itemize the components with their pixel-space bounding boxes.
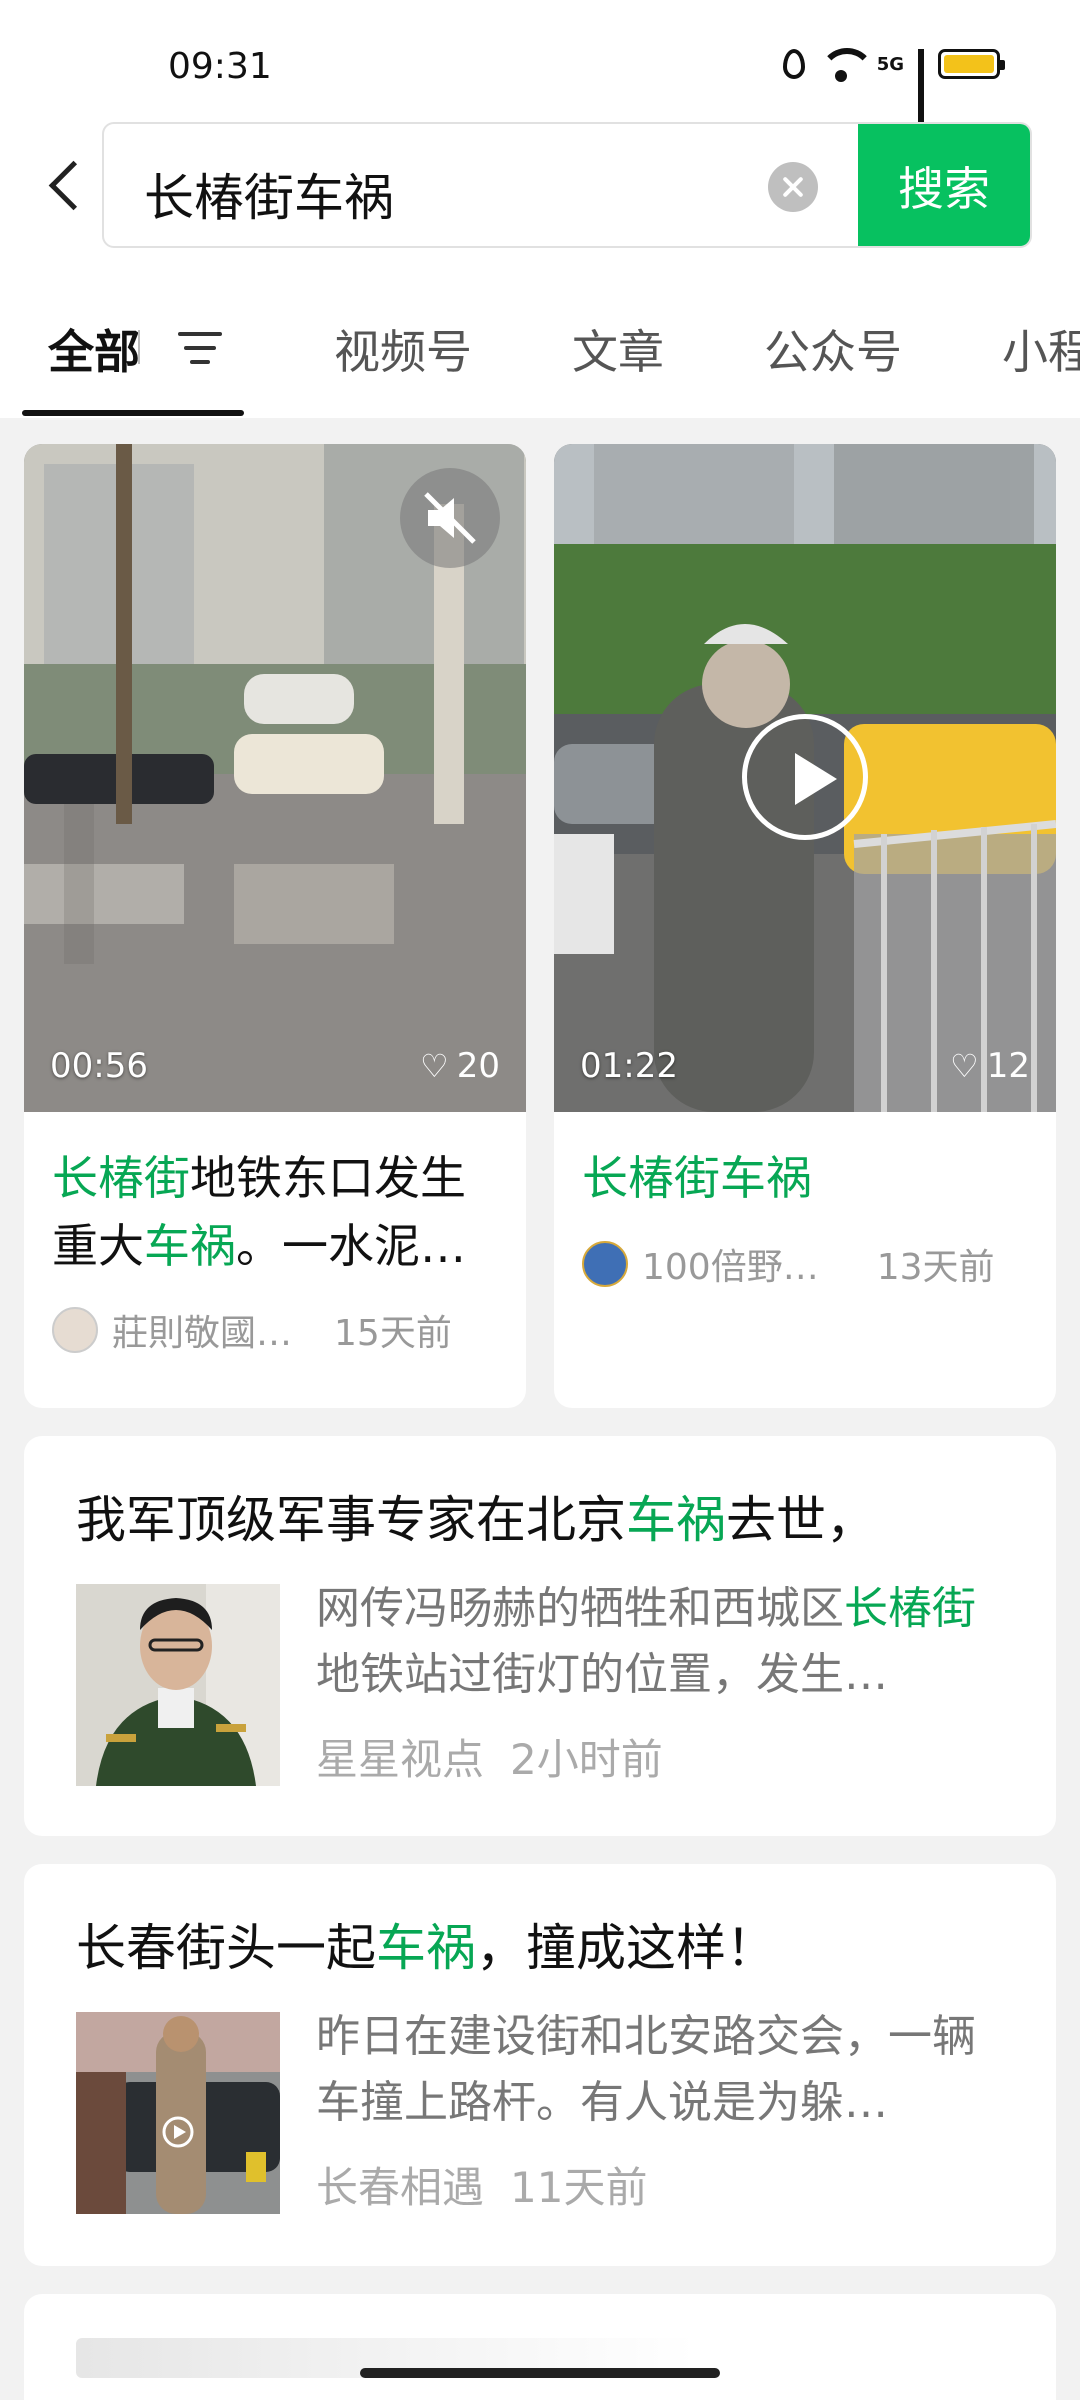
article-card[interactable]	[24, 2294, 1056, 2400]
back-arrow-icon[interactable]	[36, 156, 96, 216]
clear-icon[interactable]	[768, 162, 818, 212]
tab-bar: 全部 视频号 文章 公众号 小程	[0, 300, 1080, 420]
article-meta: 星星视点 2小时前	[316, 1726, 689, 1787]
tab-official-accounts[interactable]: 公众号	[764, 316, 902, 382]
highlight-text: 车祸	[376, 1919, 476, 1977]
article-thumbnail[interactable]	[76, 2012, 280, 2214]
post-time: 15天前	[334, 1313, 452, 1354]
summary-text: 地铁站过街灯的位置，发生…	[316, 1649, 888, 1700]
article-source[interactable]: 星星视点	[316, 1735, 484, 1784]
highlight-text: 车祸	[144, 1219, 236, 1273]
author-name[interactable]: 100倍野…	[642, 1238, 819, 1290]
like-value: 12	[986, 1046, 1030, 1086]
author-name[interactable]: 莊則敬國…	[112, 1304, 292, 1356]
heart-icon: ♡	[950, 1047, 979, 1085]
video-thumbnail[interactable]: 00:56 ♡ 20	[24, 444, 526, 1112]
data-saver-icon	[782, 49, 805, 79]
video-thumbnail[interactable]: 01:22 ♡ 12	[554, 444, 1056, 1112]
tab-all[interactable]: 全部	[48, 316, 140, 382]
article-time: 11天前	[510, 2163, 648, 2212]
video-card[interactable]: 01:22 ♡ 12 长椿街车祸 100倍野… 13天前	[554, 444, 1056, 1408]
tab-articles[interactable]: 文章	[572, 316, 664, 382]
title-text: 。一水泥…	[236, 1219, 466, 1273]
status-time: 09:31	[168, 46, 272, 87]
like-count: ♡ 20	[420, 1046, 500, 1086]
status-icons: 5G	[782, 48, 1005, 130]
article-card[interactable]: 我军顶级军事专家在北京车祸去世， 网传冯旸赫的牺牲和西城区长椿街地铁站过街灯的位…	[24, 1436, 1056, 1836]
search-input[interactable]: 长椿街车祸 搜索	[102, 122, 1032, 248]
video-duration: 01:22	[580, 1046, 678, 1086]
top-bar: 09:31 5G 长椿街车祸 搜索 全部 视频号 文章 公众号 小程	[0, 0, 1080, 418]
title-text: ，撞成这样！	[476, 1919, 776, 1977]
video-card[interactable]: 00:56 ♡ 20 长椿街地铁东口发生重大车祸。一水泥… 莊則敬國… 15天前	[24, 444, 526, 1408]
like-count: ♡ 12	[950, 1046, 1030, 1086]
title-text: 长春街头一起	[76, 1919, 376, 1977]
summary-text: 网传冯旸赫的牺牲和西城区	[316, 1583, 844, 1634]
signal-icon	[918, 49, 924, 130]
accident-photo	[76, 2012, 280, 2214]
filter-icon[interactable]	[178, 328, 222, 368]
video-title[interactable]: 长椿街车祸	[582, 1144, 1032, 1212]
battery-icon	[938, 49, 1005, 79]
like-value: 20	[456, 1046, 500, 1086]
status-bar: 09:31 5G	[0, 0, 1080, 130]
article-meta: 长春相遇 11天前	[316, 2154, 673, 2215]
wifi-icon	[818, 48, 875, 82]
speaker-muted-glyph	[424, 492, 476, 544]
article-title[interactable]: 我军顶级军事专家在北京车祸去世，	[76, 1480, 876, 1552]
heart-icon: ♡	[420, 1047, 449, 1085]
avatar[interactable]	[582, 1241, 628, 1287]
officer-photo	[76, 1584, 280, 1786]
article-summary: 昨日在建设街和北安路交会，一辆车撞上路杆。有人说是为躲…	[316, 2011, 976, 2128]
tab-channels[interactable]: 视频号	[334, 316, 472, 382]
video-meta: 100倍野… 13天前	[582, 1238, 995, 1290]
article-title[interactable]: 长春街头一起车祸，撞成这样！	[76, 1908, 776, 1980]
highlight-text: 车祸	[626, 1491, 726, 1549]
article-card[interactable]: 长春街头一起车祸，撞成这样！ 昨日在建设街和北安路交会，一辆车撞上路杆。有人说是…	[24, 1864, 1056, 2266]
title-text: 我军顶级军事专家在北京	[76, 1491, 626, 1549]
search-button[interactable]: 搜索	[858, 124, 1030, 246]
article-source[interactable]: 长春相遇	[316, 2163, 484, 2212]
article-time: 2小时前	[510, 1735, 663, 1784]
tab-divider	[138, 330, 140, 364]
mute-icon[interactable]	[400, 468, 500, 568]
video-title[interactable]: 长椿街地铁东口发生重大车祸。一水泥…	[52, 1144, 502, 1280]
play-icon[interactable]	[742, 714, 868, 840]
video-duration: 00:56	[50, 1046, 148, 1086]
active-tab-indicator	[22, 410, 244, 416]
avatar[interactable]	[52, 1307, 98, 1353]
network-type: 5G	[876, 53, 904, 75]
post-time: 13天前	[876, 1247, 995, 1288]
home-indicator[interactable]	[360, 2368, 720, 2378]
highlight-text: 长椿街车祸	[582, 1151, 812, 1205]
video-meta: 莊則敬國… 15天前	[52, 1304, 452, 1356]
article-summary: 网传冯旸赫的牺牲和西城区长椿街地铁站过街灯的位置，发生…	[316, 1576, 1016, 1708]
highlight-text: 长椿街	[52, 1151, 190, 1205]
title-text: 去世，	[726, 1491, 876, 1549]
highlight-text: 长椿街	[844, 1583, 976, 1634]
tab-mini-programs[interactable]: 小程	[1002, 316, 1080, 382]
article-thumbnail[interactable]	[76, 1584, 280, 1786]
search-query[interactable]: 长椿街车祸	[144, 158, 394, 230]
